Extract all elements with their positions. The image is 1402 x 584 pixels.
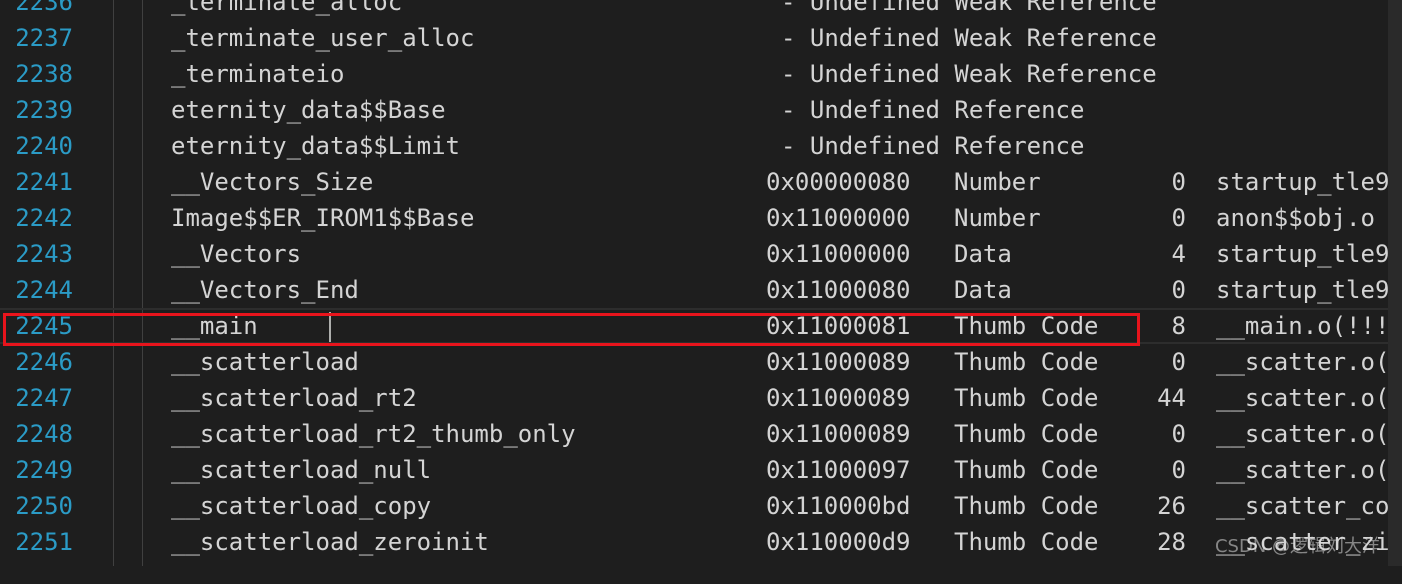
symbol-name: _terminate_user_alloc [171,24,475,52]
vertical-scrollbar[interactable] [1388,0,1402,566]
symbol-object: __scatter_cop [1216,492,1402,520]
symbol-name: _terminateio [171,60,345,88]
code-line[interactable]: 2247 __scatterload_rt2 0x11000089 Thumb Cod… [0,380,1390,416]
symbol-name: __scatterload_null [171,456,432,484]
symbol-type: Thumb Code [954,420,1099,448]
symbol-size: 0 [1171,348,1186,376]
symbol-type: Thumb Code [954,456,1099,484]
code-line[interactable]: 2243 __Vectors 0x11000000 Data 4 startup_tle9… [0,236,1402,272]
symbol-type: Thumb Code [954,528,1099,556]
symbol-size: 0 [1171,276,1186,304]
line-number: 2247 [15,384,73,412]
annotation-highlight-box [3,313,1140,346]
symbol-size: 0 [1171,456,1186,484]
symbol-type: Number [954,168,1041,196]
symbol-size: 8 [1171,312,1186,340]
code-line[interactable]: 2240 eternity_data$$Limit - Undefined Refe… [0,128,1388,164]
symbol-address: 0x00000080 [766,168,911,196]
symbol-size: 28 [1157,528,1186,556]
code-line[interactable]: 2244 __Vectors_End 0x11000080 Data 0 startup_… [0,272,1402,308]
symbol-name: __scatterload_zeroinit [171,528,489,556]
symbol-undefined-note: - Undefined Reference [781,132,1085,160]
symbol-type: Number [954,204,1041,232]
code-line[interactable]: 2242 Image$$ER_IROM1$$Base 0x11000000 Numbe… [0,200,1402,236]
symbol-name: __Vectors_Size [171,168,374,196]
symbol-name: eternity_data$$Base [171,96,446,124]
symbol-object: startup_tle98 [1216,240,1402,268]
symbol-undefined-note: - Undefined Weak Reference [781,24,1157,52]
symbol-name: __scatterload_rt2 [171,384,417,412]
symbol-undefined-note: - Undefined Weak Reference [781,60,1157,88]
symbol-name: __scatterload [171,348,359,376]
symbol-name: __scatterload_rt2_thumb_only [171,420,576,448]
symbol-address: 0x11000000 [766,240,911,268]
symbol-type: Data [954,240,1012,268]
symbol-address: 0x110000d9 [766,528,911,556]
line-number: 2244 [15,276,73,304]
symbol-address: 0x110000bd [766,492,911,520]
symbol-type: Data [954,276,1012,304]
code-line[interactable]: 2251 __scatterload_zeroinit 0x110000d9 Thum… [0,524,1389,560]
line-number: 2241 [15,168,73,196]
symbol-address: 0x11000089 [766,348,911,376]
line-number: 2249 [15,456,73,484]
code-line[interactable]: 2250 __scatterload_copy 0x110000bd Thumb Co… [0,488,1402,524]
symbol-object: startup_tle98 [1216,276,1402,304]
symbol-object: startup_tle98 [1216,168,1402,196]
symbol-type: Thumb Code [954,492,1099,520]
code-line[interactable]: 2246 __scatterload 0x11000089 Thumb Code 0 __… [0,344,1390,380]
line-number: 2238 [15,60,73,88]
symbol-name: Image$$ER_IROM1$$Base [171,204,475,232]
line-number: 2242 [15,204,73,232]
code-line[interactable]: 2238 _terminateio - Undefined Weak Referen… [0,56,1388,92]
code-line[interactable]: 2237 _terminate_user_alloc - Undefined Wea… [0,20,1388,56]
symbol-name: __scatterload_copy [171,492,432,520]
symbol-undefined-note: - Undefined Reference [781,96,1085,124]
line-number: 2248 [15,420,73,448]
code-line[interactable]: 2236 _terminate_alloc - Undefined Weak Ref… [0,0,1388,20]
symbol-object: __scatter.o( [1216,384,1390,412]
line-number: 2251 [15,528,73,556]
symbol-name: eternity_data$$Limit [171,132,460,160]
symbol-object: __scatter.o( [1216,456,1390,484]
code-line[interactable]: 2248 __scatterload_rt2_thumb_only 0x110000… [0,416,1390,452]
code-editor[interactable]: 2236 _terminate_alloc - Undefined Weak Ref… [0,0,1402,584]
symbol-size: 26 [1157,492,1186,520]
symbol-name: __Vectors [171,240,302,268]
watermark: CSDN @逻辑刘大洋 [1214,536,1380,557]
symbol-type: Thumb Code [954,348,1099,376]
symbol-type: Thumb Code [954,384,1099,412]
code-line[interactable]: 2241 __Vectors_Size 0x00000080 Number 0 start… [0,164,1402,200]
line-number: 2237 [15,24,73,52]
symbol-object: __scatter.o( [1216,420,1390,448]
symbol-object: anon$$obj.o A [1216,204,1402,232]
symbol-address: 0x11000089 [766,420,911,448]
symbol-size: 0 [1171,204,1186,232]
symbol-address: 0x11000000 [766,204,911,232]
code-line[interactable]: 2249 __scatterload_null 0x11000097 Thumb Co… [0,452,1390,488]
symbol-name: _terminate_alloc [171,0,403,16]
symbol-size: 0 [1171,168,1186,196]
line-number: 2250 [15,492,73,520]
symbol-size: 4 [1171,240,1186,268]
line-number: 2239 [15,96,73,124]
symbol-size: 44 [1157,384,1186,412]
symbol-size: 0 [1171,420,1186,448]
symbol-address: 0x11000080 [766,276,911,304]
symbol-address: 0x11000089 [766,384,911,412]
code-line[interactable]: 2239 eternity_data$$Base - Undefined Refer… [0,92,1388,128]
symbol-object: __scatter.o( [1216,348,1390,376]
symbol-object: __main.o(!!!m [1216,312,1402,340]
line-number: 2236 [15,0,73,16]
symbol-undefined-note: - Undefined Weak Reference [781,0,1157,16]
line-number: 2243 [15,240,73,268]
symbol-name: __Vectors_End [171,276,359,304]
symbol-address: 0x11000097 [766,456,911,484]
line-number: 2240 [15,132,73,160]
line-number: 2246 [15,348,73,376]
